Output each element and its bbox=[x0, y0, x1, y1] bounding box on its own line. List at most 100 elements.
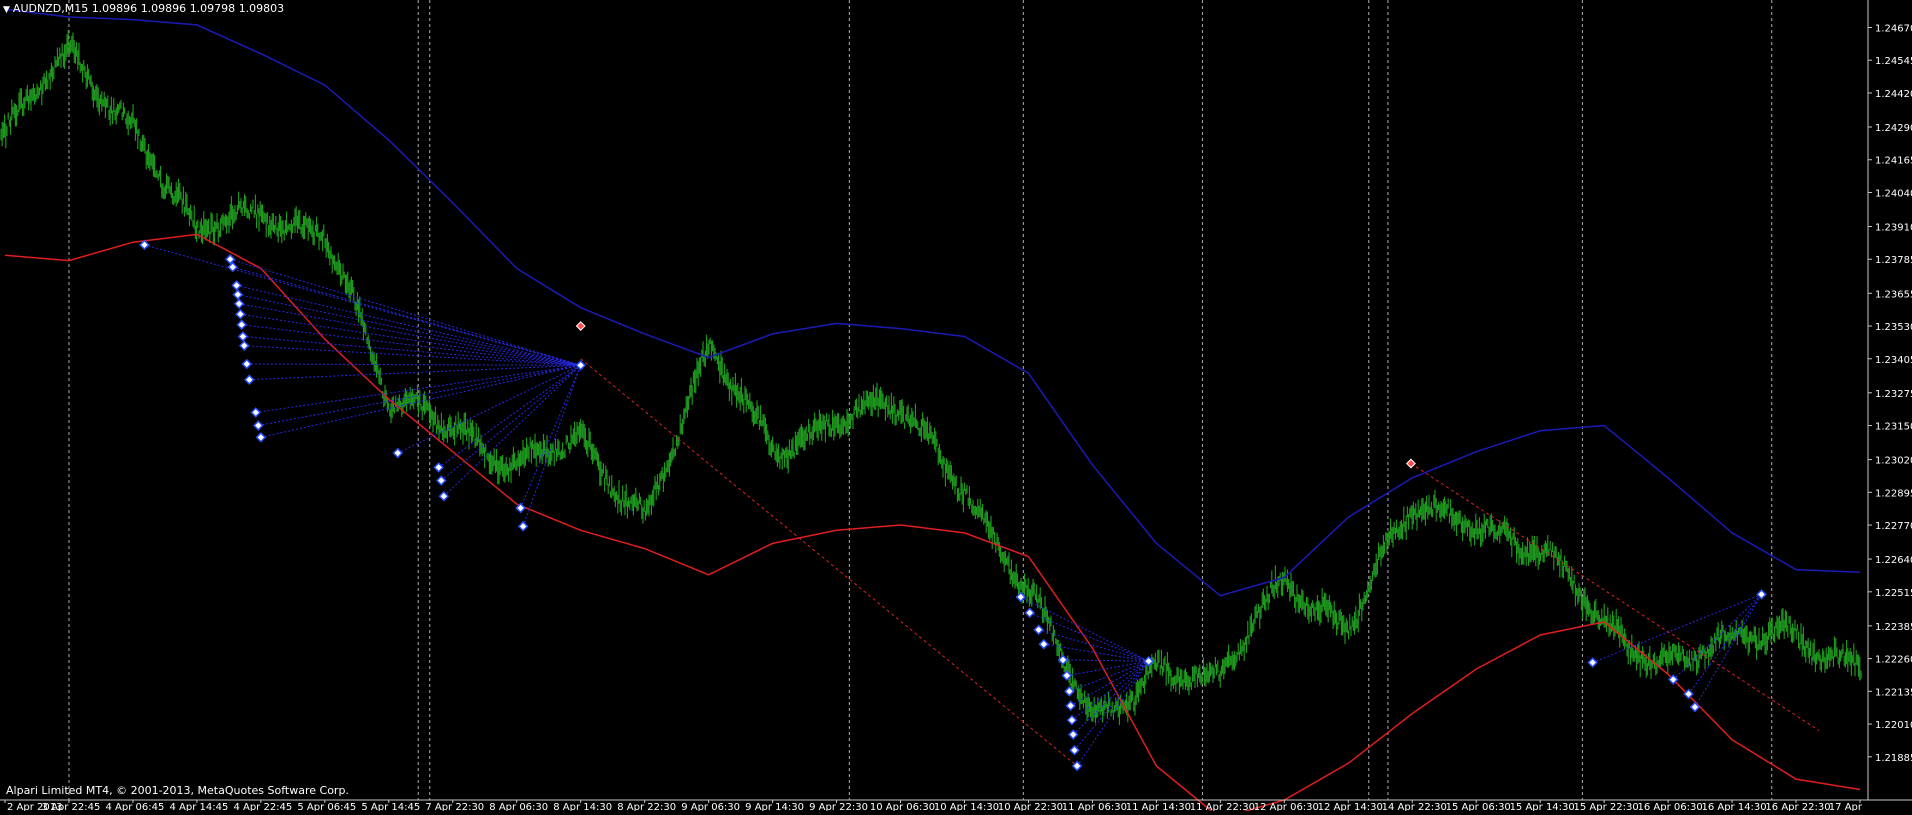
signal-marker bbox=[236, 319, 247, 331]
x-tick-label: 8 Apr 22:30 bbox=[617, 802, 676, 811]
x-tick-label: 15 Apr 14:30 bbox=[1510, 802, 1575, 811]
trend-line bbox=[1410, 463, 1820, 732]
x-tick-label: 10 Apr 14:30 bbox=[934, 802, 999, 811]
fan-line bbox=[1688, 594, 1762, 695]
fan-line bbox=[249, 364, 581, 381]
fan-lines bbox=[144, 244, 1762, 767]
signal-marker bbox=[1065, 700, 1076, 712]
signal-marker bbox=[244, 374, 255, 386]
session-separators bbox=[68, 0, 1773, 800]
signal-marker bbox=[250, 407, 262, 418]
y-tick-label: 1.21885 bbox=[1875, 753, 1912, 764]
y-tick-label: 1.23530 bbox=[1875, 322, 1912, 333]
low-price: 1.09798 bbox=[189, 2, 236, 15]
peak-marker bbox=[1406, 458, 1416, 469]
axes: 1.24670 1.24545 1.24420 1.24290 1.24165 1.240… bbox=[0, 0, 1912, 813]
fan-line bbox=[1066, 660, 1149, 677]
copyright-text: Alpari Limited MT4, © 2001-2013, MetaQuo… bbox=[6, 784, 349, 797]
fan-line bbox=[1038, 629, 1149, 662]
x-tick-label: 4 Apr 22:45 bbox=[233, 802, 292, 811]
fan-line bbox=[1062, 659, 1149, 662]
x-tick-label: 3 Apr 22:45 bbox=[42, 802, 101, 811]
x-tick-label: 5 Apr 06:45 bbox=[297, 802, 356, 811]
signal-marker bbox=[241, 358, 253, 370]
fan-line bbox=[240, 313, 581, 366]
signal-marker bbox=[237, 331, 249, 342]
x-tick-label: 7 Apr 22:30 bbox=[425, 802, 484, 811]
x-tick-label: 11 Apr 14:30 bbox=[1126, 802, 1191, 811]
y-tick-label: 1.23020 bbox=[1875, 456, 1912, 467]
signal-marker bbox=[233, 298, 245, 310]
signal-marker bbox=[1587, 657, 1598, 668]
y-tick-label: 1.22640 bbox=[1875, 555, 1912, 566]
x-tick-label: 16 Apr 06:30 bbox=[1638, 802, 1703, 811]
signal-marker bbox=[1683, 688, 1694, 700]
x-tick-label: 9 Apr 22:30 bbox=[809, 802, 868, 811]
y-tick-label: 1.22770 bbox=[1875, 521, 1912, 532]
fan-line bbox=[244, 345, 581, 366]
signal-marker bbox=[1024, 607, 1036, 619]
menu-triangle-icon[interactable]: ▼ bbox=[3, 5, 10, 15]
y-tick-label: 1.24165 bbox=[1875, 156, 1912, 167]
signal-marker bbox=[231, 280, 242, 291]
y-tick-label: 1.23785 bbox=[1875, 255, 1912, 266]
x-tick-label: 5 Apr 14:45 bbox=[361, 802, 420, 811]
x-tick-label: 11 Apr 22:30 bbox=[1190, 802, 1255, 811]
fan-line bbox=[239, 303, 581, 366]
fan-line bbox=[236, 284, 581, 366]
y-tick-label: 1.22010 bbox=[1875, 720, 1912, 731]
price-chart[interactable]: 1.24670 1.24545 1.24420 1.24290 1.24165 1.240… bbox=[0, 0, 1912, 815]
x-tick-label: 8 Apr 14:30 bbox=[553, 802, 612, 811]
y-tick-label: 1.24670 bbox=[1875, 23, 1912, 34]
signal-marker bbox=[1057, 654, 1069, 666]
x-tick-label: 12 Apr 06:30 bbox=[1254, 802, 1319, 811]
signal-marker bbox=[392, 447, 404, 459]
y-tick-label: 1.23655 bbox=[1875, 289, 1912, 300]
fan-line bbox=[237, 294, 581, 366]
x-tick-label: 14 Apr 22:30 bbox=[1382, 802, 1447, 811]
signal-marker bbox=[253, 420, 264, 431]
y-tick-label: 1.23405 bbox=[1875, 355, 1912, 366]
fan-line bbox=[397, 364, 581, 454]
y-tick-label: 1.24040 bbox=[1875, 188, 1912, 199]
x-tick-label: 12 Apr 14:30 bbox=[1318, 802, 1383, 811]
x-tick-label: 16 Apr 14:30 bbox=[1701, 802, 1766, 811]
x-tick-label: 15 Apr 22:30 bbox=[1574, 802, 1639, 811]
y-tick-label: 1.24545 bbox=[1875, 56, 1912, 67]
y-tick-label: 1.23275 bbox=[1875, 389, 1912, 400]
fan-line bbox=[246, 363, 581, 366]
symbol-label: AUDNZD,M15 bbox=[12, 2, 89, 15]
x-tick-label: 4 Apr 06:45 bbox=[106, 802, 165, 811]
x-tick-label: 15 Apr 06:30 bbox=[1446, 802, 1511, 811]
x-tick-label: 17 Apr bbox=[1829, 802, 1863, 811]
chart-header: ▼ AUDNZD,M15 1.09896 1.09896 1.09798 1.09… bbox=[3, 2, 284, 15]
x-tick-label: 16 Apr 22:30 bbox=[1765, 802, 1830, 811]
y-tick-label: 1.24290 bbox=[1875, 123, 1912, 134]
x-tick-label: 10 Apr 06:30 bbox=[870, 802, 935, 811]
upper-band-line bbox=[4, 8, 1861, 597]
y-tick-label: 1.24420 bbox=[1875, 89, 1912, 100]
signal-marker bbox=[235, 308, 246, 320]
x-tick-label: 8 Apr 06:30 bbox=[489, 802, 548, 811]
x-tick-label: 10 Apr 22:30 bbox=[998, 802, 1063, 811]
trend-lines bbox=[580, 358, 1820, 767]
chart-window[interactable]: 1.24670 1.24545 1.24420 1.24290 1.24165 1.240… bbox=[0, 0, 1912, 815]
x-tick-label: 4 Apr 14:45 bbox=[169, 802, 228, 811]
signal-marker bbox=[1038, 638, 1050, 650]
signal-marker bbox=[433, 462, 444, 473]
envelope-bands bbox=[4, 8, 1861, 815]
x-tick-label: 9 Apr 06:30 bbox=[681, 802, 740, 811]
y-tick-label: 1.23150 bbox=[1875, 422, 1912, 433]
signal-marker bbox=[238, 340, 250, 351]
y-tick-label: 1.22260 bbox=[1875, 655, 1912, 666]
fan-line bbox=[1069, 660, 1149, 692]
y-tick-label: 1.22515 bbox=[1875, 588, 1912, 599]
signal-marker bbox=[1033, 624, 1044, 636]
signal-marker bbox=[1066, 714, 1078, 726]
y-tick-label: 1.23910 bbox=[1875, 223, 1912, 234]
x-tick-label: 11 Apr 06:30 bbox=[1062, 802, 1127, 811]
high-price: 1.09896 bbox=[140, 2, 187, 15]
signal-marker bbox=[255, 432, 267, 443]
close-price: 1.09803 bbox=[238, 2, 285, 15]
peak-marker bbox=[575, 321, 586, 331]
